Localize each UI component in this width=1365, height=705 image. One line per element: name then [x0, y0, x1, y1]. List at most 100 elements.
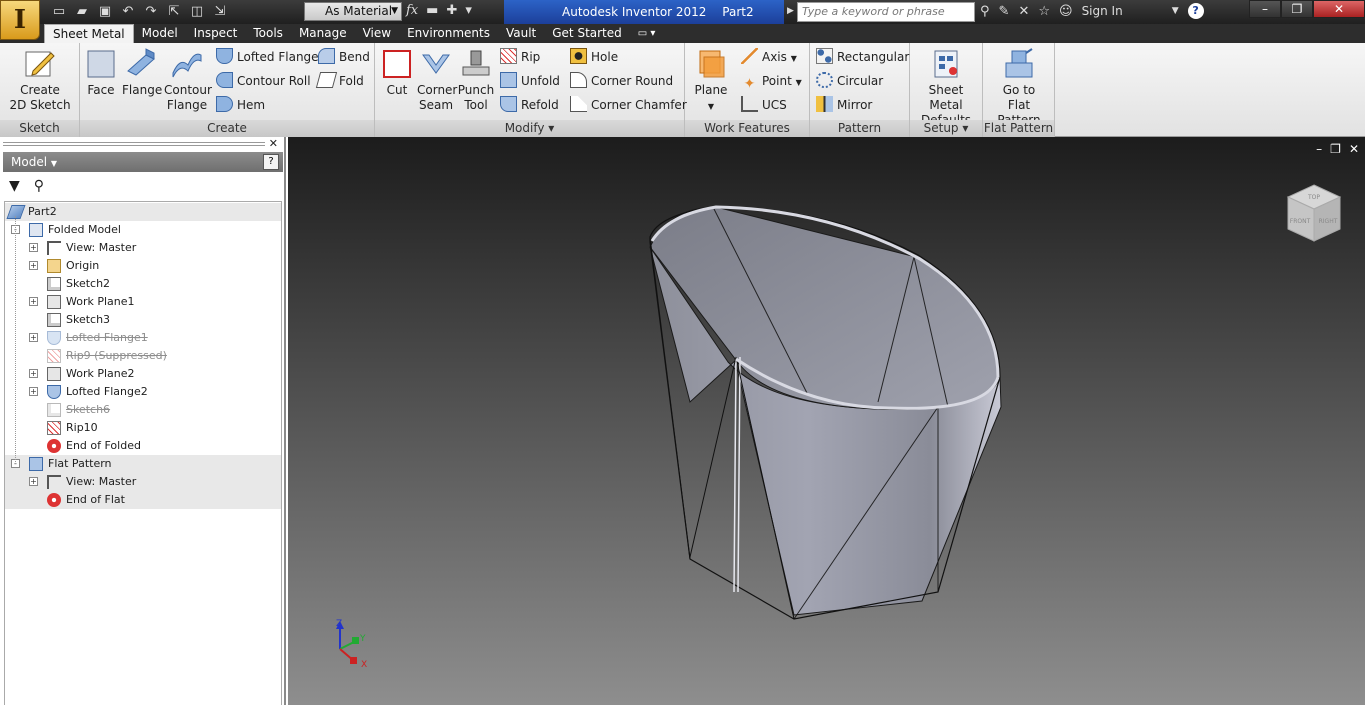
flange-button[interactable]: Flange — [122, 47, 162, 98]
tree-node[interactable]: Rip10 — [5, 419, 281, 437]
close-button[interactable]: ✕ — [1313, 0, 1365, 18]
viewcube-front-label[interactable]: FRONT — [1290, 218, 1311, 225]
tree-node[interactable]: Rip9 (Suppressed) — [5, 347, 281, 365]
fold-button[interactable]: Fold — [315, 71, 364, 91]
tab-view[interactable]: View — [355, 24, 399, 43]
save-icon[interactable]: ▣ — [96, 4, 114, 20]
plane-button[interactable]: Plane ▼ — [691, 47, 731, 114]
create-2d-sketch-button[interactable]: Create 2D Sketch — [6, 47, 74, 113]
help-icon[interactable]: ? — [263, 154, 279, 170]
circular-pattern-button[interactable]: Circular — [816, 71, 883, 91]
browser-grip[interactable] — [3, 142, 265, 146]
mirror-button[interactable]: Mirror — [816, 95, 872, 115]
expand-icon[interactable]: + — [29, 369, 38, 378]
expand-search-icon[interactable]: ▶ — [787, 6, 794, 16]
tree-node[interactable]: + Work Plane1 — [5, 293, 281, 311]
tree-node[interactable]: Sketch6 — [5, 401, 281, 419]
favorites-icon[interactable]: ☆ — [1038, 4, 1050, 19]
sketch-toggle-icon[interactable]: ◫ — [188, 4, 206, 20]
subscription-icon[interactable]: ✎ — [999, 4, 1010, 19]
expand-icon[interactable]: + — [29, 243, 38, 252]
corner-seam-button[interactable]: Corner Seam — [417, 47, 457, 113]
hole-button[interactable]: Hole — [570, 47, 618, 67]
tab-model[interactable]: Model — [134, 24, 186, 43]
select-icon[interactable]: ⇲ — [211, 4, 229, 20]
material-select[interactable]: As Material ▼ — [304, 2, 402, 21]
tree-node[interactable]: + Lofted Flange1 — [5, 329, 281, 347]
help-icon[interactable]: ? — [1187, 3, 1204, 19]
lofted-flange-button[interactable]: Lofted Flange — [216, 47, 319, 67]
tree-node[interactable]: End of Flat — [5, 491, 281, 509]
tab-inspect[interactable]: Inspect — [186, 24, 246, 43]
unfold-button[interactable]: Unfold — [500, 71, 560, 91]
binoculars-icon[interactable]: ⚲ — [980, 4, 990, 19]
close-icon[interactable]: ✕ — [269, 137, 278, 150]
viewcube-right-label[interactable]: RIGHT — [1319, 218, 1338, 225]
viewcube[interactable]: TOP FRONT RIGHT — [1284, 183, 1344, 243]
go-to-flat-pattern-button[interactable]: Go toFlat Pattern — [985, 47, 1053, 128]
contour-flange-button[interactable]: Contour Flange — [164, 47, 212, 113]
contour-roll-button[interactable]: Contour Roll — [216, 71, 311, 91]
tab-get-started[interactable]: Get Started — [544, 24, 630, 43]
refold-button[interactable]: Refold — [500, 95, 559, 115]
tree-node[interactable]: - Flat Pattern — [5, 455, 281, 473]
tree-node[interactable]: + Lofted Flange2 — [5, 383, 281, 401]
ribbon-options-icon[interactable]: ▭ ▾ — [630, 24, 664, 43]
tab-environments[interactable]: Environments — [399, 24, 498, 43]
measure-icon[interactable]: ▬ — [426, 3, 438, 18]
corner-round-button[interactable]: Corner Round — [570, 71, 673, 91]
function-icon[interactable]: fx — [406, 3, 418, 18]
add-icon[interactable]: ✚ — [446, 3, 457, 18]
user-icon[interactable]: ☺ — [1059, 4, 1073, 19]
return-icon[interactable]: ⇱ — [165, 4, 183, 20]
ucs-button[interactable]: UCS — [741, 95, 787, 115]
expand-icon[interactable]: + — [29, 261, 38, 270]
browser-header[interactable]: Model ▼ ? — [3, 152, 283, 172]
undo-icon[interactable]: ↶ — [119, 4, 137, 20]
axis-button[interactable]: Axis ▼ — [741, 47, 797, 67]
redo-icon[interactable]: ↷ — [142, 4, 160, 20]
new-icon[interactable]: ▭ — [50, 4, 68, 20]
corner-chamfer-button[interactable]: Corner Chamfer — [570, 95, 687, 115]
tree-node[interactable]: + Work Plane2 — [5, 365, 281, 383]
viewcube-top-label[interactable]: TOP — [1307, 194, 1320, 201]
filter-icon[interactable]: ▼ — [9, 178, 20, 194]
panel-modify-title[interactable]: Modify ▾ — [375, 120, 684, 137]
expand-icon[interactable]: + — [29, 387, 38, 396]
minimize-button[interactable]: – — [1249, 0, 1281, 18]
cut-button[interactable]: Cut — [379, 47, 415, 98]
rectangular-pattern-button[interactable]: Rectangular — [816, 47, 909, 67]
sign-in-link[interactable]: Sign In — [1082, 4, 1123, 18]
tree-node[interactable]: + Origin — [5, 257, 281, 275]
chevron-down-icon[interactable]: ▼ — [1172, 6, 1179, 16]
application-menu-button[interactable]: I — [0, 0, 40, 40]
search-input[interactable]: Type a keyword or phrase — [797, 2, 975, 22]
tree-node[interactable]: Part2 — [5, 203, 281, 221]
tree-node[interactable]: + View: Master — [5, 473, 281, 491]
tab-vault[interactable]: Vault — [498, 24, 544, 43]
tree-node[interactable]: + View: Master — [5, 239, 281, 257]
sheet-metal-defaults-button[interactable]: Sheet MetalDefaults — [912, 47, 980, 128]
point-button[interactable]: ✦ Point ▼ — [741, 71, 802, 92]
tree-node[interactable]: Sketch2 — [5, 275, 281, 293]
restore-button[interactable]: ❐ — [1281, 0, 1313, 18]
face-button[interactable]: Face — [84, 47, 118, 98]
tree-node[interactable]: End of Folded — [5, 437, 281, 455]
rip-button[interactable]: Rip — [500, 47, 540, 67]
open-icon[interactable]: ▰ — [73, 4, 91, 20]
punch-tool-button[interactable]: Punch Tool — [457, 47, 495, 113]
expand-icon[interactable]: + — [29, 477, 38, 486]
tab-tools[interactable]: Tools — [245, 24, 291, 43]
hem-button[interactable]: Hem — [216, 95, 265, 115]
customize-icon[interactable]: ▾ — [465, 3, 472, 18]
find-icon[interactable]: ⚲ — [34, 178, 44, 194]
tree-node[interactable]: - Folded Model — [5, 221, 281, 239]
graphics-viewport[interactable]: – ❐ ✕ TOP FRONT RIGHT Z Y X — [288, 137, 1365, 705]
tab-sheet-metal[interactable]: Sheet Metal — [44, 24, 134, 43]
communication-icon[interactable]: ✕ — [1018, 4, 1029, 19]
bend-button[interactable]: Bend — [318, 47, 370, 67]
panel-setup-title[interactable]: Setup ▾ — [910, 120, 982, 137]
expand-icon[interactable]: + — [29, 333, 38, 342]
expand-icon[interactable]: + — [29, 297, 38, 306]
tab-manage[interactable]: Manage — [291, 24, 355, 43]
